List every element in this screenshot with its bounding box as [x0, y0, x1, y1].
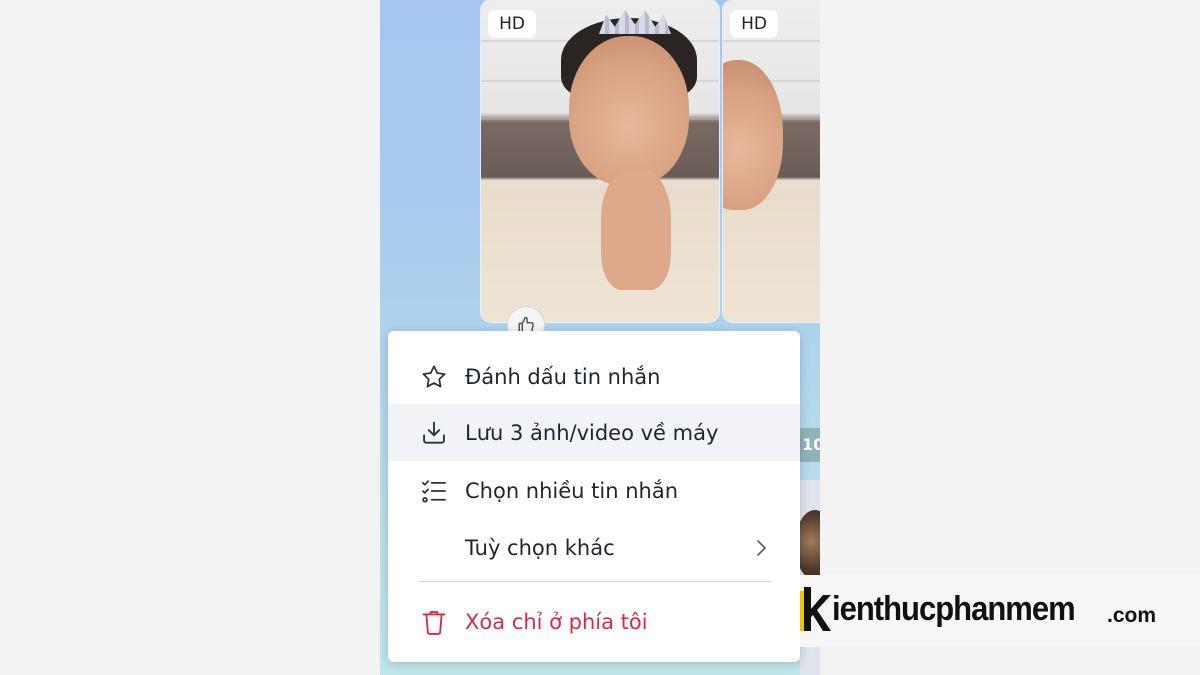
photo-thumbnail[interactable]: HD	[723, 0, 820, 322]
site-logo-icon	[800, 587, 831, 631]
menu-item-more-options[interactable]: Tuỳ chọn khác	[388, 519, 800, 576]
menu-item-save-media[interactable]: Lưu 3 ảnh/video về máy	[388, 404, 800, 461]
menu-item-label: Tuỳ chọn khác	[465, 535, 615, 560]
hd-badge: HD	[730, 10, 778, 38]
chevron-right-icon	[751, 534, 771, 562]
photo-subject-shirt	[481, 190, 719, 322]
star-icon	[420, 363, 448, 391]
hd-badge: HD	[488, 10, 536, 38]
menu-divider	[419, 581, 771, 582]
trash-icon	[420, 608, 448, 636]
site-watermark: ienthucphanmem .com	[800, 575, 1200, 647]
menu-item-select-multiple[interactable]: Chọn nhiều tin nhắn	[388, 462, 800, 519]
photo-subject-hand	[601, 170, 671, 290]
menu-item-label: Đánh dấu tin nhắn	[465, 364, 661, 389]
message-context-menu: Đánh dấu tin nhắn Lưu 3 ảnh/video về máy…	[388, 331, 800, 662]
download-icon	[420, 419, 448, 447]
menu-item-label: Lưu 3 ảnh/video về máy	[465, 420, 719, 445]
menu-item-label: Chọn nhiều tin nhắn	[465, 478, 679, 503]
watermark-brand: ienthucphanmem	[832, 588, 1076, 629]
watermark-tld: .com	[1107, 604, 1157, 627]
photo-subject-face	[723, 60, 783, 210]
timestamp-tag: 10	[800, 428, 820, 462]
photo-subject-face	[569, 36, 689, 186]
checklist-icon	[420, 477, 448, 505]
menu-item-mark-message[interactable]: Đánh dấu tin nhắn	[388, 348, 800, 405]
photo-thumbnail[interactable]: HD	[481, 0, 719, 322]
menu-item-delete-for-me[interactable]: Xóa chỉ ở phía tôi	[388, 593, 800, 650]
menu-item-label: Xóa chỉ ở phía tôi	[465, 609, 648, 634]
